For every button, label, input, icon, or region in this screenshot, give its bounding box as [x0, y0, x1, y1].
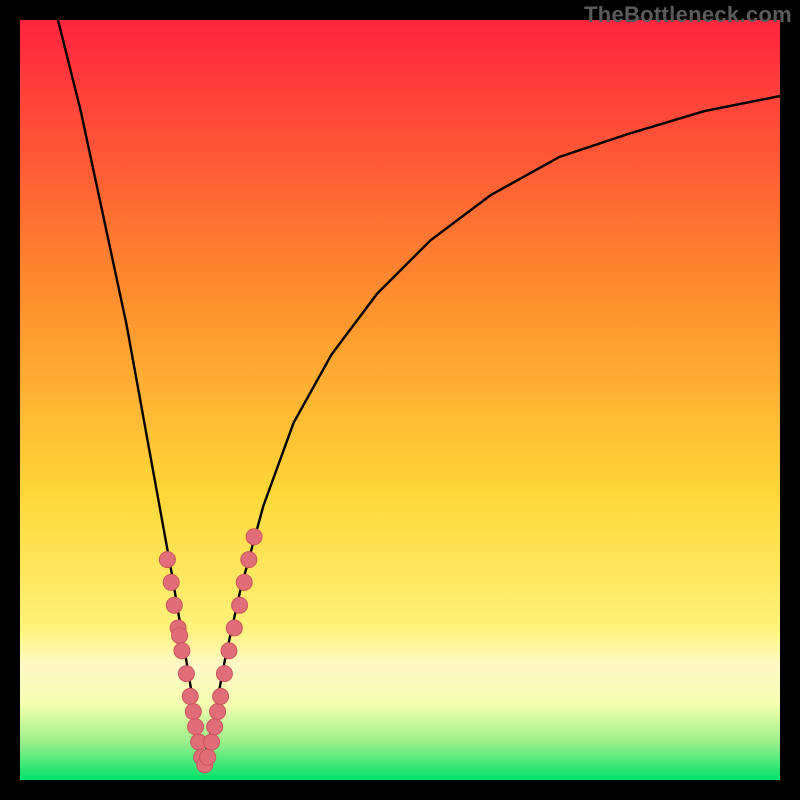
sample-dot [172, 628, 188, 644]
sample-dot [204, 734, 220, 750]
sample-dot [174, 643, 190, 659]
sample-dot [232, 597, 248, 613]
sample-dot [166, 597, 182, 613]
sample-dot [226, 620, 242, 636]
chart-frame [20, 20, 780, 780]
gradient-bg [20, 20, 780, 780]
sample-dot [236, 574, 252, 590]
sample-dot [188, 719, 204, 735]
watermark-text: TheBottleneck.com [584, 2, 792, 28]
bottleneck-chart [20, 20, 780, 780]
sample-dot [185, 704, 201, 720]
sample-dot [210, 704, 226, 720]
sample-dot [178, 666, 194, 682]
sample-dot [159, 552, 175, 568]
sample-dot [182, 688, 198, 704]
sample-dot [213, 688, 229, 704]
sample-dot [163, 574, 179, 590]
sample-dot [221, 643, 237, 659]
sample-dot [200, 749, 216, 765]
sample-dot [207, 719, 223, 735]
sample-dot [216, 666, 232, 682]
sample-dot [246, 529, 262, 545]
sample-dot [241, 552, 257, 568]
